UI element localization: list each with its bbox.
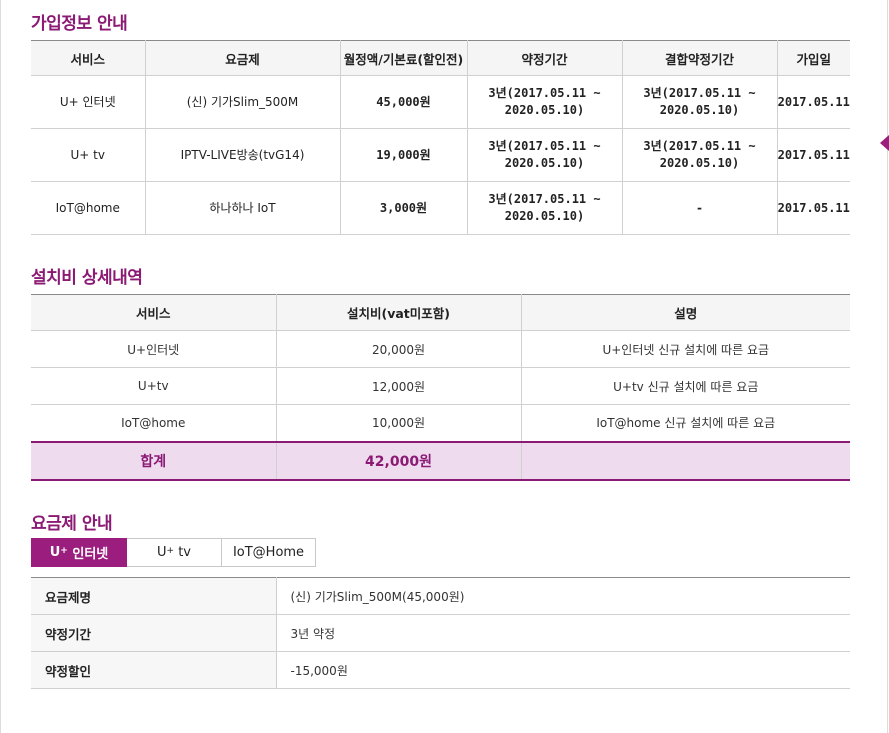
contract-term-line2: 2020.05.10) xyxy=(504,156,585,170)
contract-term: 3년(2017.05.11 ~ 2020.05.10) xyxy=(467,181,623,235)
installation-header-row: 서비스 설치비(vat미포함) 설명 xyxy=(31,294,850,331)
monthly-fee: 19,000원 xyxy=(340,128,468,182)
col-header-bundle-term: 결합약정기간 xyxy=(622,40,778,76)
subscription-header-row: 서비스 요금제 월정액/기본료(할인전) 약정기간 결합약정기간 가입일 xyxy=(31,40,850,76)
tab-internet[interactable]: U + 인터넷 xyxy=(31,538,127,567)
contract-term-line2: 2020.05.10) xyxy=(504,209,585,223)
service-name: IoT@home xyxy=(31,181,146,235)
install-description: U+인터넷 신규 설치에 따른 요금 xyxy=(521,330,850,368)
contract-discount-label: 약정할인 xyxy=(31,651,277,689)
service-name: U+인터넷 xyxy=(31,330,277,368)
service-name: IoT@home xyxy=(31,404,277,442)
installation-table: 서비스 설치비(vat미포함) 설명 U+인터넷 20,000원 U+인터넷 신… xyxy=(31,294,850,481)
join-date: 2017.05.11 xyxy=(777,75,850,129)
monthly-fee: 3,000원 xyxy=(340,181,468,235)
tab-internet-rest: 인터넷 xyxy=(67,547,109,562)
contract-term: 3년(2017.05.11 ~ 2020.05.10) xyxy=(467,128,623,182)
contract-term-line2: 2020.05.10) xyxy=(504,103,585,117)
col-header-joined: 가입일 xyxy=(777,40,850,76)
service-name: U+ tv xyxy=(31,128,146,182)
col-header-install-fee: 설치비(vat미포함) xyxy=(276,294,522,331)
plan-info-section-title: 요금제 안내 xyxy=(31,514,113,534)
col-header-service: 서비스 xyxy=(31,40,146,76)
bundle-term: - xyxy=(622,181,778,235)
bundle-term: 3년(2017.05.11 ~ 2020.05.10) xyxy=(622,128,778,182)
plan-info-table: 요금제명 (신) 기가Slim_500M(45,000원) 약정기간 3년 약정… xyxy=(31,577,850,689)
col-header-description: 설명 xyxy=(521,294,850,331)
install-fee: 12,000원 xyxy=(276,367,522,405)
bundle-term-line1: 3년(2017.05.11 ~ xyxy=(643,86,756,100)
tab-tv-sup: + xyxy=(166,545,175,556)
table-row: IoT@home 10,000원 IoT@home 신규 설치에 따른 요금 xyxy=(31,404,850,442)
contract-discount-value: -15,000원 xyxy=(276,651,850,689)
install-description: U+tv 신규 설치에 따른 요금 xyxy=(521,367,850,405)
total-value: 42,000원 xyxy=(276,440,522,481)
col-header-fee: 월정액/기본료(할인전) xyxy=(340,40,468,76)
tab-tv-rest: tv xyxy=(174,545,191,560)
bundle-term-line1: 3년(2017.05.11 ~ xyxy=(643,139,756,153)
installation-section-title: 설치비 상세내역 xyxy=(31,268,143,288)
join-date: 2017.05.11 xyxy=(777,181,850,235)
frame-right-border xyxy=(887,0,888,733)
service-name: U+ 인터넷 xyxy=(31,75,146,129)
table-row: U+인터넷 20,000원 U+인터넷 신규 설치에 따른 요금 xyxy=(31,330,850,368)
tab-tv[interactable]: U + tv xyxy=(127,538,222,567)
tab-iot-home[interactable]: IoT@Home xyxy=(222,538,316,567)
frame-left-border xyxy=(0,0,1,733)
total-empty-cell xyxy=(521,440,850,481)
bundle-term-line2: 2020.05.10) xyxy=(659,103,740,117)
contract-term-label: 약정기간 xyxy=(31,614,277,652)
table-row: 약정할인 -15,000원 xyxy=(31,651,850,689)
tab-internet-base: U xyxy=(49,545,61,560)
total-row: 합계 42,000원 xyxy=(31,440,850,481)
contract-term-value: 3년 약정 xyxy=(276,614,850,652)
table-row: 요금제명 (신) 기가Slim_500M(45,000원) xyxy=(31,577,850,615)
col-header-term: 약정기간 xyxy=(467,40,623,76)
subscription-section-title: 가입정보 안내 xyxy=(31,14,128,34)
table-row: U+ tv IPTV-LIVE방송(tvG14) 19,000원 3년(2017… xyxy=(31,128,850,182)
install-fee: 20,000원 xyxy=(276,330,522,368)
contract-term: 3년(2017.05.11 ~ 2020.05.10) xyxy=(467,75,623,129)
tab-tv-base: U xyxy=(157,545,167,560)
total-label: 합계 xyxy=(31,440,277,481)
install-fee: 10,000원 xyxy=(276,404,522,442)
bundle-term: 3년(2017.05.11 ~ 2020.05.10) xyxy=(622,75,778,129)
plan-name-label: 요금제명 xyxy=(31,577,277,615)
plan-tabs: U + 인터넷 U + tv IoT@Home xyxy=(31,538,316,567)
plan-name: 하나하나 IoT xyxy=(145,181,341,235)
bundle-term-line2: 2020.05.10) xyxy=(659,156,740,170)
table-row: IoT@home 하나하나 IoT 3,000원 3년(2017.05.11 ~… xyxy=(31,181,850,235)
contract-term-line1: 3년(2017.05.11 ~ xyxy=(488,86,601,100)
tab-iot-home-label: IoT@Home xyxy=(232,545,305,560)
install-description: IoT@home 신규 설치에 따른 요금 xyxy=(521,404,850,442)
service-name: U+tv xyxy=(31,367,277,405)
table-row: U+tv 12,000원 U+tv 신규 설치에 따른 요금 xyxy=(31,367,850,405)
table-row: U+ 인터넷 (신) 기가Slim_500M 45,000원 3년(2017.0… xyxy=(31,75,850,129)
col-header-plan: 요금제 xyxy=(145,40,341,76)
contract-term-line1: 3년(2017.05.11 ~ xyxy=(488,192,601,206)
contract-term-line1: 3년(2017.05.11 ~ xyxy=(488,139,601,153)
monthly-fee: 45,000원 xyxy=(340,75,468,129)
table-row: 약정기간 3년 약정 xyxy=(31,614,850,652)
side-panel-toggle-arrow-icon[interactable] xyxy=(880,135,889,151)
plan-name: IPTV-LIVE방송(tvG14) xyxy=(145,128,341,182)
join-date: 2017.05.11 xyxy=(777,128,850,182)
tab-internet-sup: + xyxy=(60,545,68,556)
col-header-service: 서비스 xyxy=(31,294,277,331)
plan-name-value: (신) 기가Slim_500M(45,000원) xyxy=(276,577,850,615)
subscription-table: 서비스 요금제 월정액/기본료(할인전) 약정기간 결합약정기간 가입일 U+ … xyxy=(31,40,850,235)
plan-name: (신) 기가Slim_500M xyxy=(145,75,341,129)
